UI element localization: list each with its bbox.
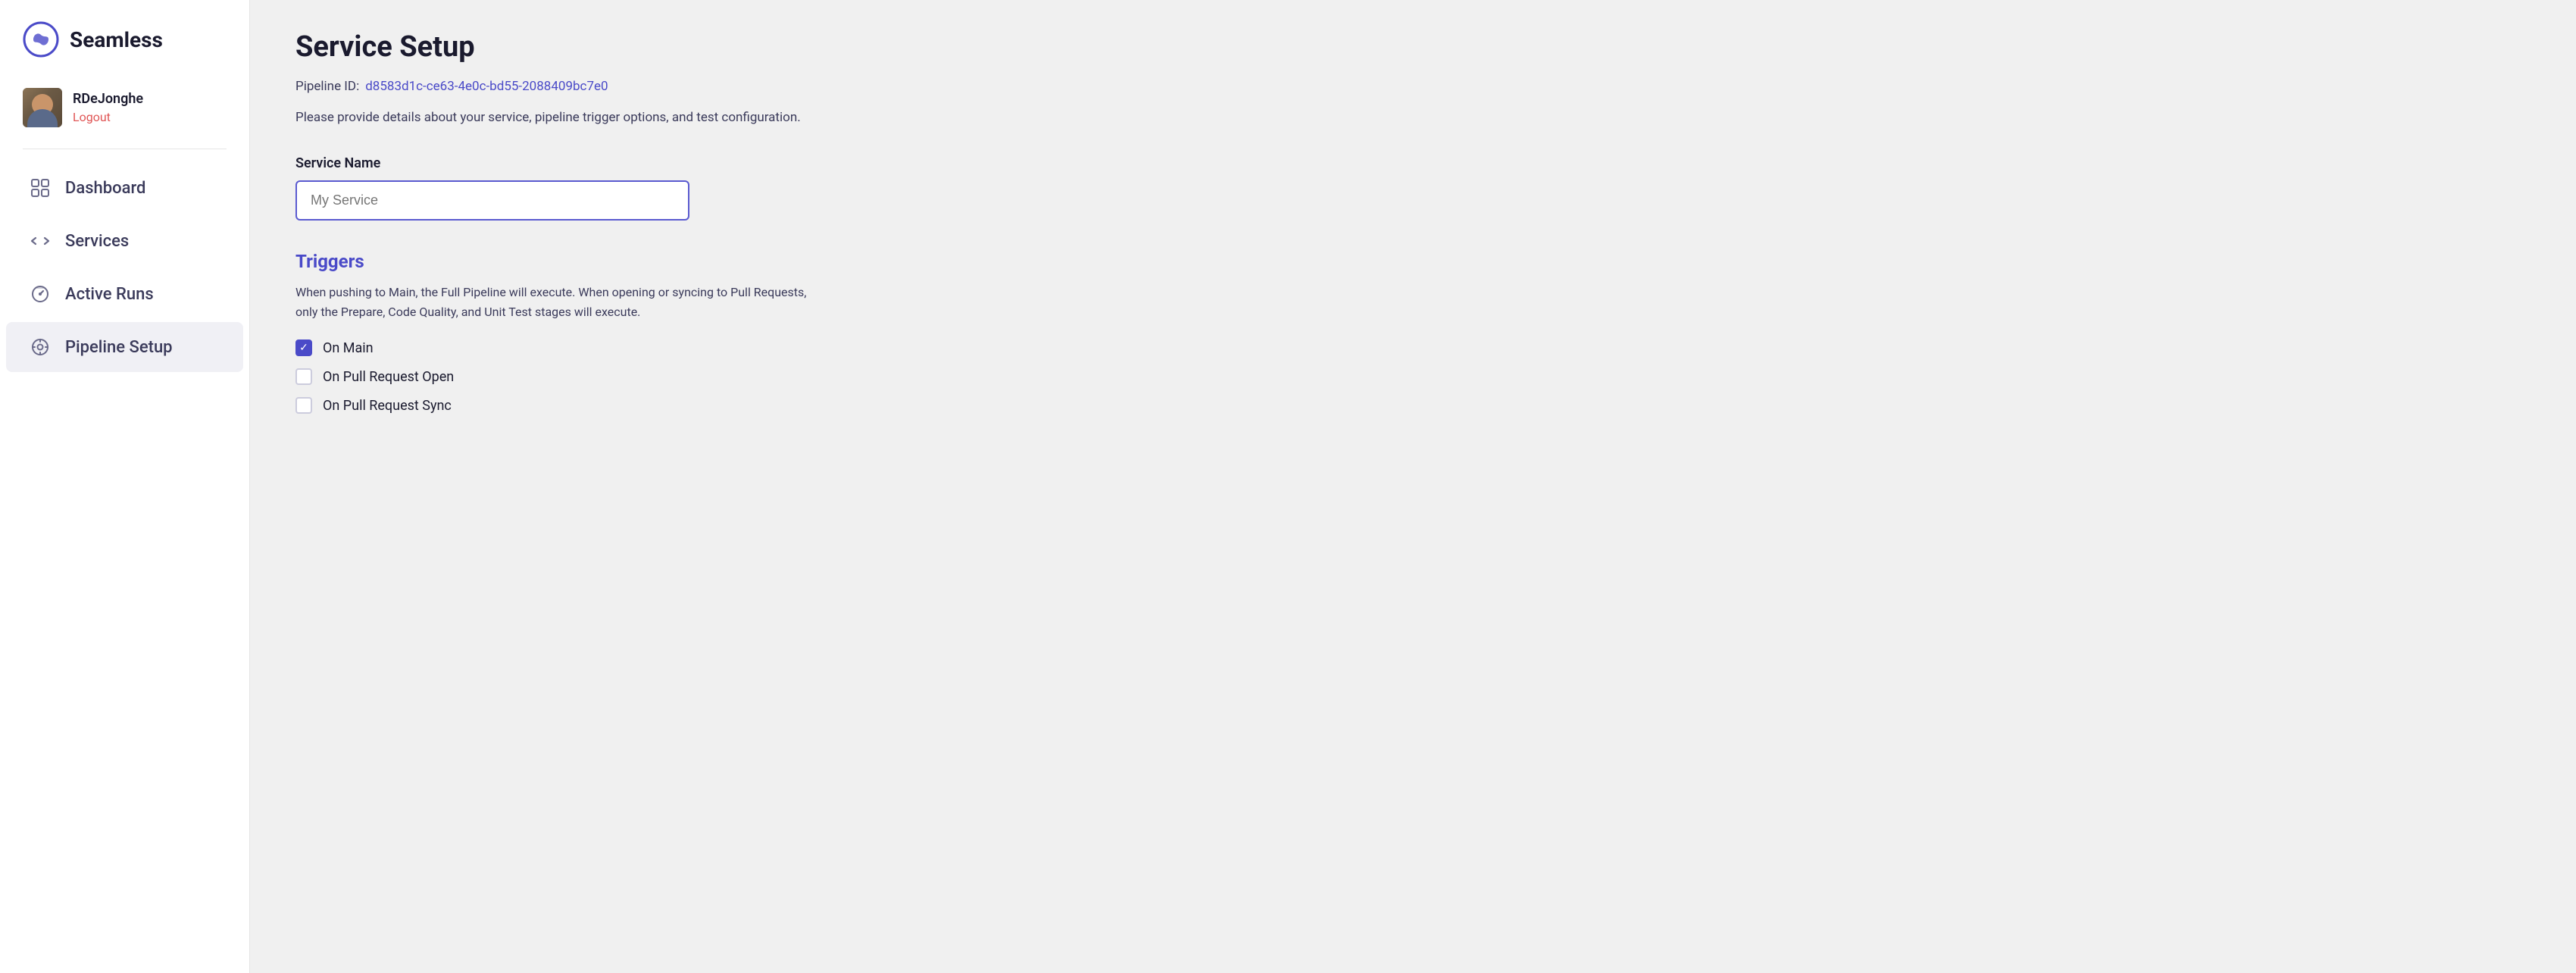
service-name-label: Service Name (295, 155, 2531, 171)
on-pr-open-checkbox[interactable] (295, 368, 312, 385)
triggers-section-title: Triggers (295, 251, 2531, 272)
page-title: Service Setup (295, 30, 2531, 64)
dashboard-icon (29, 177, 52, 199)
pipeline-id-label: Pipeline ID: (295, 79, 359, 94)
pipeline-setup-icon (29, 336, 52, 358)
pipeline-id-row: Pipeline ID: d8583d1c-ce63-4e0c-bd55-208… (295, 79, 2531, 94)
sidebar-item-services[interactable]: Services (6, 216, 243, 266)
app-name: Seamless (70, 27, 163, 52)
sidebar-item-dashboard-label: Dashboard (65, 179, 145, 198)
trigger-on-pr-open-row: On Pull Request Open (295, 368, 2531, 385)
on-pr-sync-label: On Pull Request Sync (323, 398, 452, 414)
avatar (23, 88, 62, 127)
active-runs-icon (29, 283, 52, 305)
sidebar-item-pipeline-setup[interactable]: Pipeline Setup (6, 322, 243, 372)
pipeline-id-link[interactable]: d8583d1c-ce63-4e0c-bd55-2088409bc7e0 (365, 79, 608, 94)
triggers-description: When pushing to Main, the Full Pipeline … (295, 283, 811, 321)
user-area: RDeJonghe Logout (0, 76, 249, 142)
trigger-on-pr-sync-row: On Pull Request Sync (295, 397, 2531, 414)
seamless-logo-icon (23, 21, 59, 58)
service-name-input[interactable] (295, 180, 689, 221)
on-main-checkbox[interactable]: ✓ (295, 339, 312, 356)
logo-area: Seamless (0, 0, 249, 76)
services-icon (29, 230, 52, 252)
sidebar: Seamless RDeJonghe Logout Dashboard (0, 0, 250, 973)
service-description: Please provide details about your servic… (295, 108, 826, 128)
on-pr-sync-checkbox[interactable] (295, 397, 312, 414)
sidebar-item-pipeline-setup-label: Pipeline Setup (65, 338, 173, 357)
sidebar-item-services-label: Services (65, 232, 129, 251)
logout-button[interactable]: Logout (73, 110, 143, 124)
sidebar-item-dashboard[interactable]: Dashboard (6, 163, 243, 213)
trigger-on-main-row: ✓ On Main (295, 339, 2531, 356)
checkmark-icon: ✓ (299, 343, 308, 353)
sidebar-item-active-runs-label: Active Runs (65, 285, 154, 304)
on-main-label: On Main (323, 340, 374, 356)
main-content: Service Setup Pipeline ID: d8583d1c-ce63… (250, 0, 2576, 973)
user-info: RDeJonghe Logout (73, 91, 143, 124)
sidebar-item-active-runs[interactable]: Active Runs (6, 269, 243, 319)
on-pr-open-label: On Pull Request Open (323, 369, 454, 385)
username: RDeJonghe (73, 91, 143, 107)
